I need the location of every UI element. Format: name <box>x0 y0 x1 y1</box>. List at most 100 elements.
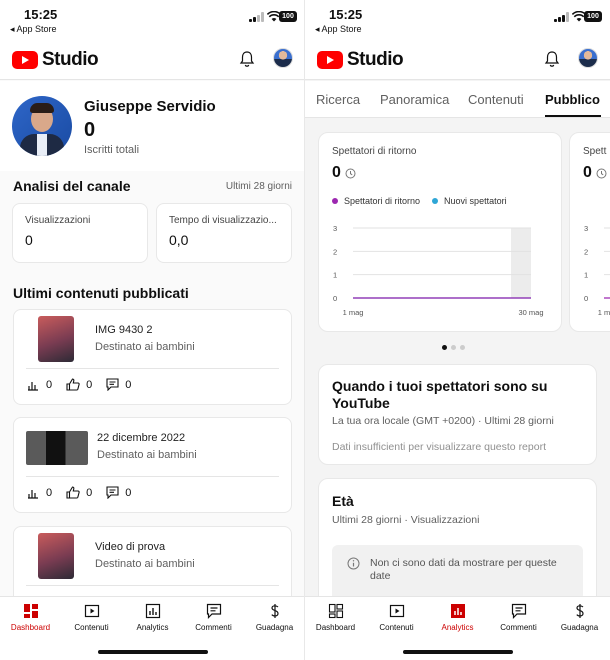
nav-label: Dashboard <box>315 623 356 632</box>
back-to-app-store-link[interactable]: ◂ App Store <box>315 24 362 35</box>
video-card[interactable]: 22 dicembre 2022 Destinato ai bambini 0 … <box>13 417 292 513</box>
home-indicator <box>98 650 208 654</box>
nav-label: Analytics <box>136 623 169 632</box>
back-to-app-store-link[interactable]: ◂ App Store <box>10 24 57 35</box>
analytics-section-title: Analisi del canale <box>13 178 131 194</box>
carousel-dot[interactable] <box>451 345 456 350</box>
carousel-dot[interactable] <box>460 345 465 350</box>
legend-dot <box>332 198 338 204</box>
bell-icon[interactable] <box>239 50 255 68</box>
app-header: Studio <box>305 38 610 80</box>
analytics-tabs: Ricerca Panoramica Contenuti Pubblico <box>305 81 610 118</box>
bell-icon[interactable] <box>544 50 560 68</box>
status-time: 15:25 <box>24 7 58 22</box>
card-title: Età <box>332 493 354 509</box>
video-title: IMG 9430 2 <box>95 324 153 336</box>
youtube-play-icon <box>317 51 343 69</box>
nav-contenuti[interactable]: Contenuti <box>366 603 427 632</box>
active-tab-indicator <box>545 115 601 117</box>
analytics-audience-screen: 15:25 ◂ App Store 100 Studio Ricerca Pan… <box>305 0 610 660</box>
video-audience: Destinato ai bambini <box>95 341 195 353</box>
returning-viewers-card[interactable]: Spettatori di ritorno 0 Spettatori di ri… <box>318 132 562 332</box>
youtube-play-icon <box>12 51 38 69</box>
nav-analytics[interactable]: Analytics <box>427 603 488 632</box>
video-thumbnail[interactable] <box>26 431 88 465</box>
x-tick-label: 1 m <box>598 308 610 317</box>
battery-icon: 100 <box>279 11 297 22</box>
card-title: Spett <box>583 146 607 157</box>
likes-count: 0 <box>86 378 93 391</box>
status-bar: 15:25 ◂ App Store 100 <box>305 0 610 38</box>
video-thumbnail[interactable] <box>38 533 74 579</box>
comment-icon <box>106 486 119 499</box>
nav-analytics[interactable]: Analytics <box>122 603 183 632</box>
tab-ricerca[interactable]: Ricerca <box>316 92 360 107</box>
watch-time-metric-card[interactable]: Tempo di visualizzazio... 0,0 <box>156 203 292 263</box>
carousel-dot[interactable] <box>442 345 447 350</box>
nav-guadagna[interactable]: Guadagna <box>549 603 610 632</box>
card-value: 0 <box>583 164 607 182</box>
dashboard-icon <box>23 604 38 618</box>
y-tick-label: 0 <box>333 294 337 303</box>
nav-contenuti[interactable]: Contenuti <box>61 603 122 632</box>
y-tick-label: 3 <box>333 224 337 233</box>
channel-profile: Giuseppe Servidio 0 Iscritti totali <box>0 81 305 171</box>
info-icon <box>347 557 360 570</box>
tab-contenuti[interactable]: Contenuti <box>468 92 524 107</box>
viewers-activity-card[interactable]: Quando i tuoi spettatori sono su YouTube… <box>318 364 597 465</box>
card-title: Quando i tuoi spettatori sono su YouTube <box>332 378 548 411</box>
carousel-dots[interactable] <box>442 345 469 350</box>
video-card[interactable]: IMG 9430 2 Destinato ai bambini 0 0 0 <box>13 309 292 405</box>
nav-label: Guadagna <box>560 623 599 632</box>
comments-count: 0 <box>125 378 132 391</box>
analytics-icon <box>145 603 160 619</box>
y-tick-label: 2 <box>584 247 588 256</box>
x-tick-label: 1 mag <box>343 308 364 317</box>
views-bar-icon <box>28 381 38 391</box>
tab-panoramica[interactable]: Panoramica <box>380 92 449 107</box>
nav-commenti[interactable]: Commenti <box>183 603 244 632</box>
video-stats: 0 0 0 <box>28 486 145 499</box>
nav-dashboard[interactable]: Dashboard <box>0 603 61 632</box>
views-metric-card[interactable]: Visualizzazioni 0 <box>12 203 148 263</box>
comments-icon <box>511 603 526 619</box>
app-name: Studio <box>42 49 99 70</box>
video-title: Video di prova <box>95 541 166 553</box>
metric-label: Tempo di visualizzazio... <box>169 215 277 226</box>
nav-dashboard[interactable]: Dashboard <box>305 603 366 632</box>
metric-label: Visualizzazioni <box>25 215 91 226</box>
subscriber-count: 0 <box>84 119 96 141</box>
account-avatar[interactable] <box>578 48 598 68</box>
nav-commenti[interactable]: Commenti <box>488 603 549 632</box>
channel-name: Giuseppe Servidio <box>84 98 216 115</box>
clock-icon <box>596 168 607 178</box>
video-title: 22 dicembre 2022 <box>97 432 186 444</box>
studio-logo: Studio <box>317 49 404 71</box>
thumbs-up-icon <box>66 486 80 499</box>
peek-card[interactable]: Spett 0 0 1 2 3 1 m <box>569 132 610 332</box>
video-thumbnail[interactable] <box>38 316 74 362</box>
chart-shaded-region <box>511 228 531 298</box>
video-audience: Destinato ai bambini <box>97 449 197 461</box>
comment-icon <box>106 378 119 391</box>
account-avatar[interactable] <box>273 48 293 68</box>
app-name: Studio <box>347 49 404 70</box>
comments-icon <box>206 603 221 619</box>
nav-label: Contenuti <box>74 623 109 632</box>
subscriber-label: Iscritti totali <box>84 144 140 156</box>
tab-pubblico[interactable]: Pubblico <box>545 92 600 107</box>
nav-label: Analytics <box>441 623 474 632</box>
video-stats: 0 0 0 <box>28 378 145 391</box>
no-data-text: Non ci sono dati da mostrare per queste … <box>370 557 557 582</box>
battery-icon: 100 <box>584 11 602 22</box>
app-header: Studio <box>0 38 305 80</box>
y-tick-label: 1 <box>333 271 337 280</box>
signal-icon <box>249 12 264 22</box>
legend-dot <box>432 198 439 204</box>
nav-guadagna[interactable]: Guadagna <box>244 603 305 632</box>
thumbs-up-icon <box>66 378 80 391</box>
comments-count: 0 <box>125 486 132 499</box>
content-library-icon <box>84 604 99 618</box>
views-count: 0 <box>46 378 53 391</box>
nav-label: Commenti <box>500 623 537 632</box>
